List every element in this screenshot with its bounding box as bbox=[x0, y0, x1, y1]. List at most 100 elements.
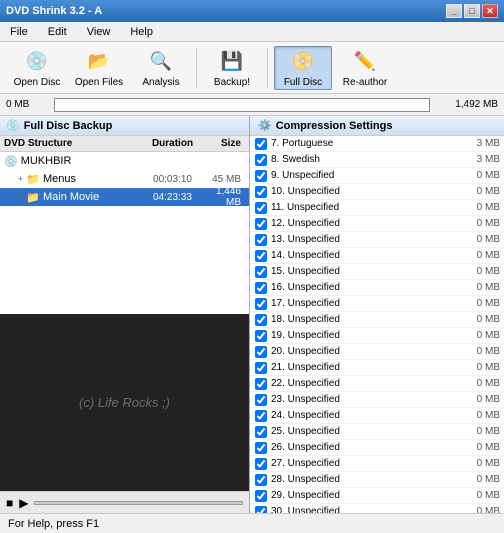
comp-check-24[interactable] bbox=[254, 410, 268, 422]
tree-header: DVD Structure Duration Size bbox=[0, 136, 249, 152]
comp-label-27: 27. Unspecified bbox=[271, 458, 470, 469]
right-panel: ⚙️ Compression Settings 7. Portuguese3 M… bbox=[250, 116, 504, 513]
right-panel-title-text: Compression Settings bbox=[276, 120, 393, 132]
comp-check-9[interactable] bbox=[254, 170, 268, 182]
comp-check-17[interactable] bbox=[254, 298, 268, 310]
comp-row-14: 14. Unspecified0 MB bbox=[250, 248, 504, 264]
comp-size-17: 0 MB bbox=[470, 298, 500, 309]
open-files-button[interactable]: 📂 Open Files bbox=[70, 46, 128, 90]
comp-check-11[interactable] bbox=[254, 202, 268, 214]
tree-item-size-main-movie: 1,446 MB bbox=[200, 186, 245, 208]
menu-file[interactable]: File bbox=[4, 24, 34, 40]
compression-list: 7. Portuguese3 MB8. Swedish3 MB9. Unspec… bbox=[250, 136, 504, 513]
comp-check-7[interactable] bbox=[254, 138, 268, 150]
comp-check-16[interactable] bbox=[254, 282, 268, 294]
backup-button[interactable]: 💾 Backup! bbox=[203, 46, 261, 90]
comp-size-29: 0 MB bbox=[470, 490, 500, 501]
comp-label-26: 26. Unspecified bbox=[271, 442, 470, 453]
comp-check-14[interactable] bbox=[254, 250, 268, 262]
comp-row-7: 7. Portuguese3 MB bbox=[250, 136, 504, 152]
minimize-button[interactable]: _ bbox=[446, 4, 462, 18]
comp-size-20: 0 MB bbox=[470, 346, 500, 357]
re-author-label: Re-author bbox=[343, 77, 387, 88]
tree-item-duration-main-movie: 04:23:33 bbox=[145, 192, 200, 203]
expand-icon-main-movie[interactable]: + bbox=[18, 192, 23, 202]
comp-check-8[interactable] bbox=[254, 154, 268, 166]
comp-check-10[interactable] bbox=[254, 186, 268, 198]
re-author-button[interactable]: ✏️ Re-author bbox=[336, 46, 394, 90]
analysis-button[interactable]: 🔍 Analysis bbox=[132, 46, 190, 90]
comp-size-11: 0 MB bbox=[470, 202, 500, 213]
comp-size-16: 0 MB bbox=[470, 282, 500, 293]
comp-row-15: 15. Unspecified0 MB bbox=[250, 264, 504, 280]
comp-label-17: 17. Unspecified bbox=[271, 298, 470, 309]
tree-row-disc[interactable]: 💿MUKHBIR bbox=[0, 152, 249, 170]
stop-button[interactable]: ■ bbox=[6, 496, 13, 510]
toolbar-divider-1 bbox=[196, 48, 197, 88]
open-files-label: Open Files bbox=[75, 77, 123, 88]
menu-edit[interactable]: Edit bbox=[42, 24, 73, 40]
comp-row-11: 11. Unspecified0 MB bbox=[250, 200, 504, 216]
title-bar: DVD Shrink 3.2 - A _ □ ✕ bbox=[0, 0, 504, 22]
comp-label-25: 25. Unspecified bbox=[271, 426, 470, 437]
comp-check-25[interactable] bbox=[254, 426, 268, 438]
comp-label-16: 16. Unspecified bbox=[271, 282, 470, 293]
backup-label: Backup! bbox=[214, 77, 250, 88]
backup-icon: 💾 bbox=[218, 47, 246, 75]
menu-bar: File Edit View Help bbox=[0, 22, 504, 42]
comp-check-13[interactable] bbox=[254, 234, 268, 246]
comp-check-18[interactable] bbox=[254, 314, 268, 326]
comp-row-10: 10. Unspecified0 MB bbox=[250, 184, 504, 200]
comp-check-21[interactable] bbox=[254, 362, 268, 374]
comp-size-30: 0 MB bbox=[470, 506, 500, 513]
comp-check-12[interactable] bbox=[254, 218, 268, 230]
comp-check-22[interactable] bbox=[254, 378, 268, 390]
video-slider[interactable] bbox=[34, 501, 243, 505]
comp-row-30: 30. Unspecified0 MB bbox=[250, 504, 504, 513]
comp-label-23: 23. Unspecified bbox=[271, 394, 470, 405]
close-button[interactable]: ✕ bbox=[482, 4, 498, 18]
comp-check-23[interactable] bbox=[254, 394, 268, 406]
open-disc-button[interactable]: 💿 Open Disc bbox=[8, 46, 66, 90]
window-controls: _ □ ✕ bbox=[446, 4, 498, 18]
comp-check-20[interactable] bbox=[254, 346, 268, 358]
video-preview: (c) Life Rocks ;) bbox=[0, 314, 249, 492]
comp-check-15[interactable] bbox=[254, 266, 268, 278]
comp-size-18: 0 MB bbox=[470, 314, 500, 325]
left-panel-title: 💿 Full Disc Backup bbox=[0, 116, 249, 136]
re-author-icon: ✏️ bbox=[351, 47, 379, 75]
analysis-icon: 🔍 bbox=[147, 47, 175, 75]
comp-check-29[interactable] bbox=[254, 490, 268, 502]
tree-row-main-movie[interactable]: +📁Main Movie04:23:331,446 MB bbox=[0, 188, 249, 206]
comp-row-17: 17. Unspecified0 MB bbox=[250, 296, 504, 312]
comp-row-13: 13. Unspecified0 MB bbox=[250, 232, 504, 248]
comp-label-21: 21. Unspecified bbox=[271, 362, 470, 373]
comp-label-22: 22. Unspecified bbox=[271, 378, 470, 389]
play-button[interactable]: ▶ bbox=[19, 496, 28, 510]
comp-size-15: 0 MB bbox=[470, 266, 500, 277]
dvd-tree: DVD Structure Duration Size 💿MUKHBIR +📁Me… bbox=[0, 136, 249, 314]
comp-check-26[interactable] bbox=[254, 442, 268, 454]
comp-size-10: 0 MB bbox=[470, 186, 500, 197]
full-disc-icon: 📀 bbox=[289, 47, 317, 75]
comp-check-28[interactable] bbox=[254, 474, 268, 486]
tree-item-size-menus: 45 MB bbox=[200, 174, 245, 185]
full-disc-button[interactable]: 📀 Full Disc bbox=[274, 46, 332, 90]
open-disc-icon: 💿 bbox=[23, 47, 51, 75]
menu-help[interactable]: Help bbox=[124, 24, 159, 40]
status-bar: For Help, press F1 bbox=[0, 513, 504, 533]
maximize-button[interactable]: □ bbox=[464, 4, 480, 18]
tree-item-icon-menus: 📁 bbox=[26, 173, 40, 186]
expand-icon-menus[interactable]: + bbox=[18, 174, 23, 184]
col-size-header: Size bbox=[200, 138, 245, 149]
tree-item-label-menus: Menus bbox=[43, 173, 76, 185]
menu-view[interactable]: View bbox=[81, 24, 117, 40]
comp-size-24: 0 MB bbox=[470, 410, 500, 421]
tree-item-label-main-movie: Main Movie bbox=[43, 191, 99, 203]
comp-check-27[interactable] bbox=[254, 458, 268, 470]
comp-check-30[interactable] bbox=[254, 506, 268, 514]
comp-check-19[interactable] bbox=[254, 330, 268, 342]
comp-row-8: 8. Swedish3 MB bbox=[250, 152, 504, 168]
comp-label-29: 29. Unspecified bbox=[271, 490, 470, 501]
comp-row-16: 16. Unspecified0 MB bbox=[250, 280, 504, 296]
